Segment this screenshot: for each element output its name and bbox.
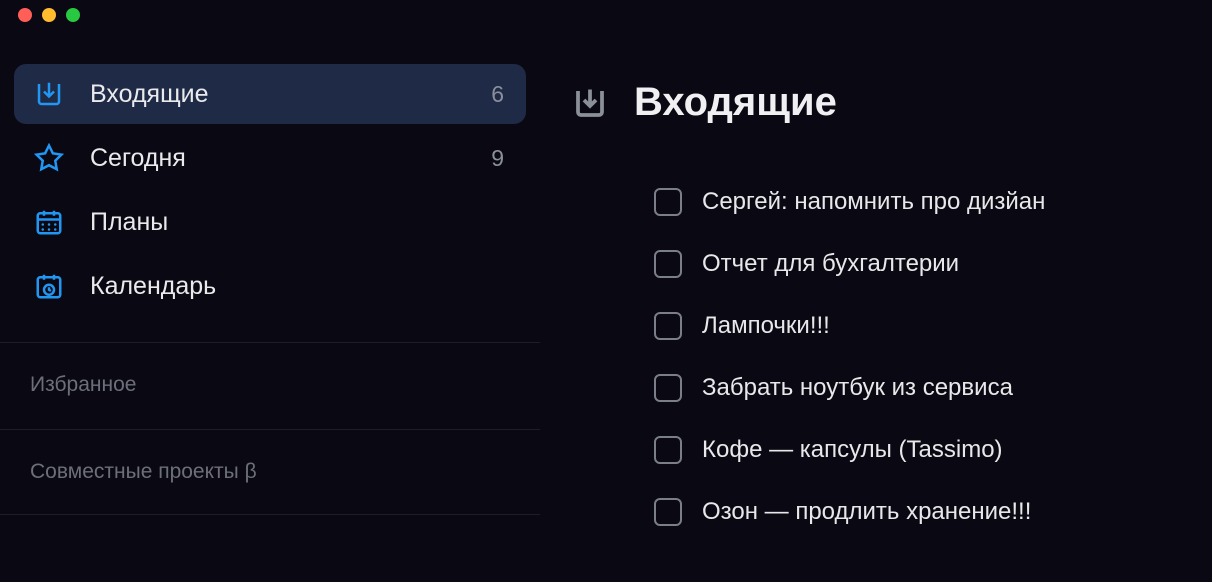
star-icon bbox=[32, 141, 66, 175]
task-label: Лампочки!!! bbox=[702, 312, 830, 340]
minimize-window-button[interactable] bbox=[42, 8, 56, 22]
sidebar-item-inbox[interactable]: Входящие 6 bbox=[14, 64, 526, 124]
sidebar-section-shared-projects[interactable]: Совместные проекты β bbox=[0, 429, 540, 515]
page-title: Входящие bbox=[634, 80, 837, 125]
sidebar-item-count: 9 bbox=[491, 145, 504, 172]
task-checkbox[interactable] bbox=[654, 436, 682, 464]
task-label: Отчет для бухгалтерии bbox=[702, 250, 959, 278]
task-item[interactable]: Кофе — капсулы (Tassimo) bbox=[654, 421, 1182, 479]
task-label: Кофе — капсулы (Tassimo) bbox=[702, 436, 1003, 464]
task-checkbox[interactable] bbox=[654, 250, 682, 278]
sidebar-item-label: Сегодня bbox=[90, 144, 491, 173]
sidebar-item-today[interactable]: Сегодня 9 bbox=[14, 128, 526, 188]
sidebar-item-plans[interactable]: Планы bbox=[14, 192, 526, 252]
task-item[interactable]: Лампочки!!! bbox=[654, 297, 1182, 355]
sidebar-section-label: Избранное bbox=[30, 373, 136, 396]
inbox-icon bbox=[570, 83, 610, 123]
task-item[interactable]: Отчет для бухгалтерии bbox=[654, 235, 1182, 293]
main-header: Входящие bbox=[570, 80, 1182, 125]
task-checkbox[interactable] bbox=[654, 374, 682, 402]
sidebar-item-label: Календарь bbox=[90, 272, 504, 301]
sidebar-item-count: 6 bbox=[491, 81, 504, 108]
task-checkbox[interactable] bbox=[654, 498, 682, 526]
sidebar-section-favorites[interactable]: Избранное bbox=[0, 342, 540, 427]
sidebar-section-label: Совместные проекты β bbox=[30, 460, 257, 483]
close-window-button[interactable] bbox=[18, 8, 32, 22]
task-label: Озон — продлить хранение!!! bbox=[702, 498, 1031, 526]
sidebar-item-label: Планы bbox=[90, 208, 504, 237]
calendar-grid-icon bbox=[32, 205, 66, 239]
task-checkbox[interactable] bbox=[654, 312, 682, 340]
calendar-clock-icon bbox=[32, 269, 66, 303]
task-item[interactable]: Озон — продлить хранение!!! bbox=[654, 483, 1182, 541]
main-content: Входящие Сергей: напомнить про дизйан От… bbox=[540, 30, 1212, 582]
task-item[interactable]: Забрать ноутбук из сервиса bbox=[654, 359, 1182, 417]
window-titlebar bbox=[0, 0, 1212, 30]
sidebar-item-calendar[interactable]: Календарь bbox=[14, 256, 526, 316]
sidebar: Входящие 6 Сегодня 9 Планы Календарь bbox=[0, 30, 540, 582]
task-item[interactable]: Сергей: напомнить про дизйан bbox=[654, 173, 1182, 231]
task-label: Сергей: напомнить про дизйан bbox=[702, 188, 1045, 216]
inbox-icon bbox=[32, 77, 66, 111]
maximize-window-button[interactable] bbox=[66, 8, 80, 22]
task-list: Сергей: напомнить про дизйан Отчет для б… bbox=[570, 173, 1182, 541]
sidebar-item-label: Входящие bbox=[90, 80, 491, 109]
task-label: Забрать ноутбук из сервиса bbox=[702, 374, 1013, 402]
task-checkbox[interactable] bbox=[654, 188, 682, 216]
